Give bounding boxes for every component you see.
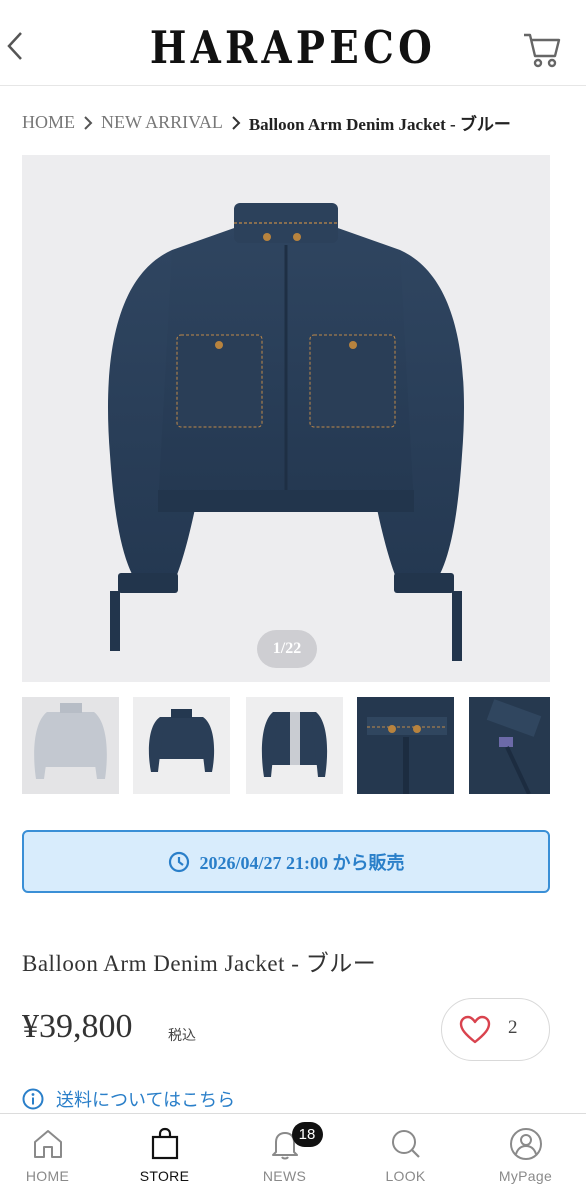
- tab-store[interactable]: STORE: [106, 1114, 223, 1200]
- app-header: HARAPECO: [0, 0, 586, 86]
- thumbnail-strip: [22, 697, 550, 794]
- tab-mypage-label: MyPage: [498, 1168, 553, 1184]
- breadcrumb-home[interactable]: HOME: [22, 112, 75, 133]
- tab-look-label: LOOK: [385, 1168, 426, 1184]
- brand-logo[interactable]: HARAPECO: [41, 20, 545, 76]
- heart-icon: [459, 1015, 491, 1050]
- chevron-left-icon: [7, 32, 22, 60]
- breadcrumb: HOME NEW ARRIVAL Balloon Arm Denim Jacke…: [22, 110, 511, 135]
- sale-start-notice: 2026/04/27 21:00 から販売: [22, 830, 550, 893]
- bottom-tab-bar: HOME STORE 18 NEWS LOOK MyPage: [0, 1113, 586, 1200]
- chevron-right-icon: [83, 115, 93, 131]
- thumbnail-1[interactable]: [22, 697, 119, 794]
- clock-icon: [168, 851, 190, 873]
- product-price: ¥39,800: [22, 1008, 133, 1045]
- breadcrumb-current: Balloon Arm Denim Jacket - ブルー: [248, 115, 511, 134]
- shipping-link-text: 送料についてはこちら: [56, 1090, 236, 1110]
- home-icon: [31, 1126, 65, 1162]
- favorite-count: 2: [508, 1017, 518, 1038]
- tab-news[interactable]: 18 NEWS: [226, 1114, 343, 1200]
- thumbnail-4[interactable]: [357, 697, 454, 794]
- cart-icon: [524, 33, 561, 68]
- thumbnail-3[interactable]: [246, 697, 343, 794]
- shipping-info-link[interactable]: 送料についてはこちら: [22, 1086, 235, 1112]
- product-title: Balloon Arm Denim Jacket - ブルー: [22, 951, 377, 976]
- favorite-button[interactable]: 2: [441, 998, 550, 1061]
- search-icon: [389, 1126, 423, 1162]
- tab-news-label: NEWS: [262, 1168, 307, 1184]
- tab-home[interactable]: HOME: [0, 1114, 106, 1200]
- thumbnail-2[interactable]: [133, 697, 230, 794]
- shopping-bag-icon: [148, 1126, 182, 1162]
- chevron-right-icon: [231, 115, 241, 131]
- breadcrumb-new-arrival[interactable]: NEW ARRIVAL: [101, 112, 223, 133]
- product-main-image[interactable]: [22, 155, 550, 682]
- news-badge: 18: [291, 1122, 323, 1147]
- tab-mypage[interactable]: MyPage: [467, 1114, 584, 1200]
- tab-look[interactable]: LOOK: [347, 1114, 464, 1200]
- user-icon: [508, 1126, 544, 1162]
- tab-home-label: HOME: [25, 1168, 70, 1184]
- bell-icon: 18: [268, 1122, 323, 1162]
- sale-start-text: 2026/04/27 21:00 から販売: [199, 852, 405, 873]
- image-counter: 1/22: [257, 630, 317, 668]
- thumbnail-5[interactable]: [469, 697, 550, 794]
- tax-label: 税込: [168, 1029, 196, 1044]
- back-button[interactable]: [0, 24, 30, 68]
- cart-button[interactable]: [522, 30, 562, 70]
- tab-store-label: STORE: [139, 1168, 190, 1184]
- info-icon: [22, 1088, 44, 1110]
